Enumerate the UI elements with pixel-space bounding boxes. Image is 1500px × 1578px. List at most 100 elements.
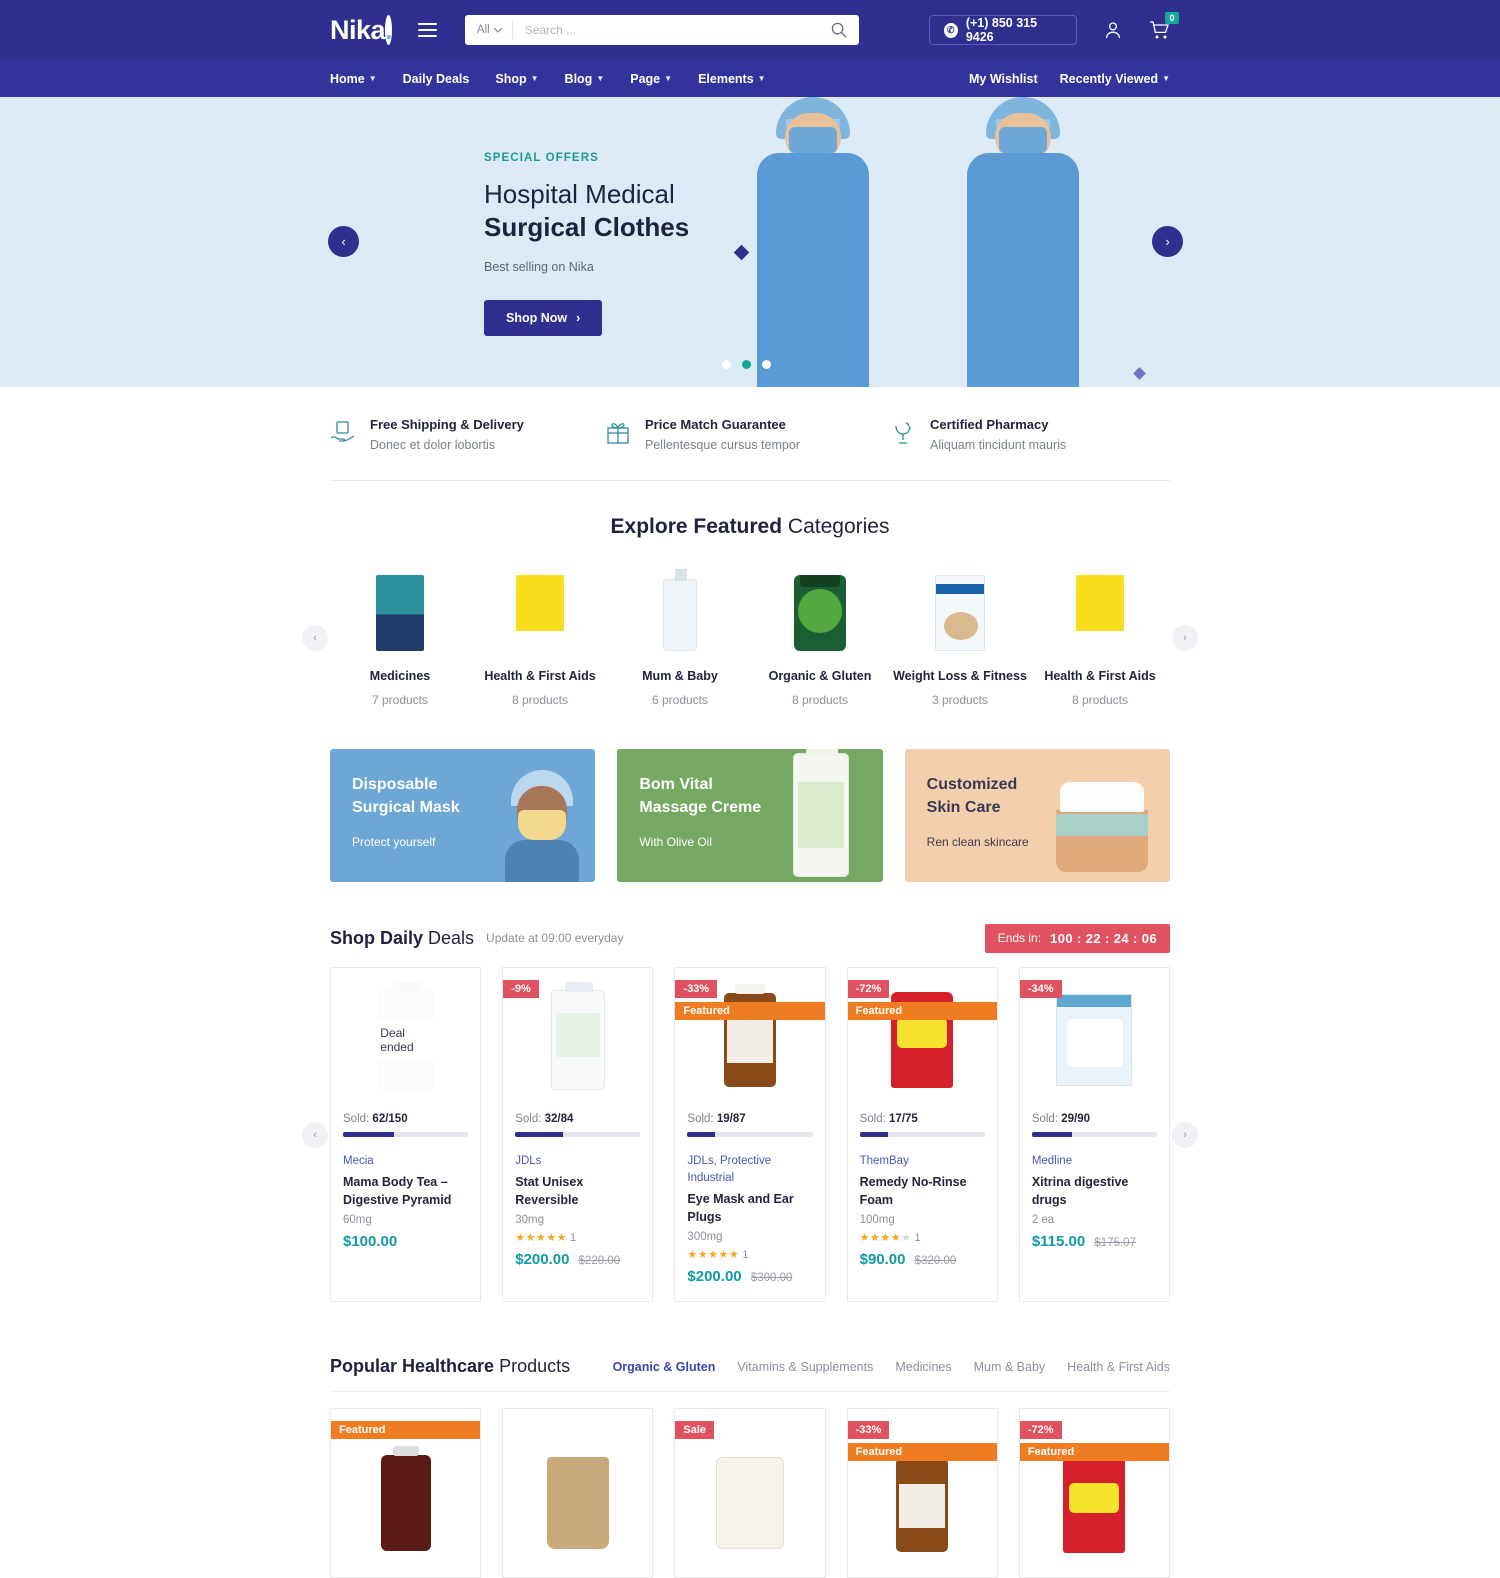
price-original: $175.07 [1094, 1237, 1136, 1249]
product-name[interactable]: Stat Unisex Reversible [515, 1174, 640, 1209]
promo-image [792, 748, 849, 877]
product-card[interactable]: Deal ended Sold: 62/150 Mecia Mama Body … [330, 966, 482, 1303]
hero-next-button[interactable]: › [1152, 226, 1183, 257]
cart-icon[interactable]: 0 [1149, 12, 1179, 40]
product-dose: 2 ea [1031, 1214, 1055, 1226]
product-name[interactable]: Remedy No-Rinse Foam [860, 1174, 985, 1209]
hero-prev-button[interactable]: ‹ [328, 226, 359, 257]
hero-subtitle: Best selling on Nika [484, 260, 594, 274]
chevron-right-icon: › [1165, 234, 1170, 249]
product-brand[interactable]: JDLs [515, 1153, 640, 1170]
product-card[interactable]: Sale [674, 1408, 826, 1578]
daily-deals-header: Shop Daily Deals Update at 09:00 everyda… [330, 923, 1170, 953]
product-card[interactable]: Featured [330, 1408, 482, 1578]
featured-badge: Featured [1019, 1443, 1170, 1462]
nav-item-recently-viewed[interactable]: Recently Viewed ▼ [1060, 72, 1170, 86]
category-item-health-first-aids-2[interactable]: Health & First Aids 8 products [1030, 569, 1170, 707]
sold-status: Sold: 17/75 [860, 1113, 985, 1125]
tab-medicines[interactable]: Medicines [895, 1360, 951, 1374]
nav-item-elements[interactable]: Elements ▼ [698, 72, 766, 86]
category-name: Organic & Gluten [768, 669, 872, 683]
nav-item-daily-deals[interactable]: Daily Deals [403, 72, 470, 86]
deals-next-button[interactable]: › [1172, 1121, 1198, 1148]
category-item-organic-gluten[interactable]: Organic & Gluten 8 products [750, 569, 890, 707]
product-image: -72% Featured [847, 968, 997, 1113]
tab-health-first-aids[interactable]: Health & First Aids [1067, 1360, 1170, 1374]
sold-label: Sold: [515, 1112, 542, 1125]
product-name[interactable]: Eye Mask and Ear Plugs [687, 1191, 812, 1226]
chevron-down-icon: ▼ [368, 74, 377, 83]
category-item-health-first-aids[interactable]: Health & First Aids 8 products [470, 569, 610, 707]
chevron-down-icon [493, 27, 502, 33]
tab-organic-gluten[interactable]: Organic & Gluten [613, 1360, 716, 1374]
nav-item-shop[interactable]: Shop ▼ [495, 72, 538, 86]
product-brand[interactable]: Mecia [343, 1153, 468, 1170]
product-info: Sold: 32/84 JDLs Stat Unisex Reversible … [503, 1113, 652, 1268]
doctor-figure-2 [967, 97, 1090, 387]
chevron-down-icon: ▼ [596, 74, 605, 83]
hand-package-icon [330, 420, 356, 451]
product-card[interactable]: -33% Featured Sold: 19/87 JDLs, Protecti… [674, 966, 826, 1303]
product-dose: 60mg [343, 1214, 372, 1226]
promo-banners: Disposable Surgical Mask Protect yoursel… [330, 748, 1170, 882]
feature-title: Certified Pharmacy [930, 417, 1049, 432]
tab-mum-baby[interactable]: Mum & Baby [974, 1360, 1046, 1374]
site-logo[interactable]: Nika. [330, 14, 393, 46]
product-brand[interactable]: JDLs, Protective Industrial [687, 1153, 812, 1188]
search-category-select[interactable]: All [465, 21, 513, 39]
product-card[interactable]: -34% Sold: 29/90 Medline Xitrina digesti… [1018, 966, 1171, 1303]
sold-status: Sold: 32/84 [515, 1113, 640, 1125]
category-item-weight-loss-fitness[interactable]: Weight Loss & Fitness 3 products [890, 569, 1030, 707]
deals-prev-button[interactable]: ‹ [302, 1121, 328, 1148]
nav-item-blog[interactable]: Blog ▼ [565, 72, 605, 86]
hero-dot-1[interactable] [722, 360, 731, 369]
search-icon[interactable] [819, 22, 859, 38]
hero-eyebrow: SPECIAL OFFERS [484, 152, 599, 164]
product-card[interactable]: -72% Featured Sold: 17/75 ThemBay Remedy… [846, 966, 998, 1303]
sold-progress-bar [1031, 1131, 1158, 1137]
category-next-button[interactable]: › [1172, 624, 1198, 651]
feature-subtitle: Aliquam tincidunt mauris [930, 438, 1067, 452]
search-input[interactable] [512, 23, 819, 37]
product-card[interactable]: -72% Featured [1018, 1408, 1171, 1578]
nav-item-my-wishlist[interactable]: My Wishlist [969, 72, 1038, 86]
product-dose: 30mg [515, 1214, 544, 1226]
phone-button[interactable]: ✆ (+1) 850 315 9426 [928, 15, 1077, 45]
category-item-mum-baby[interactable]: Mum & Baby 6 products [610, 569, 750, 707]
category-prev-button[interactable]: ‹ [302, 624, 328, 651]
nav-item-home[interactable]: Home ▼ [330, 72, 377, 86]
feature-title: Free Shipping & Delivery [370, 417, 524, 432]
product-info: Sold: 17/75 ThemBay Remedy No-Rinse Foam… [848, 1113, 997, 1268]
shop-now-button[interactable]: Shop Now › [484, 300, 603, 336]
promo-banner-massage-creme[interactable]: Bom Vital Massage Creme With Olive Oil [617, 748, 883, 882]
feature-subtitle: Pellentesque cursus tempor [645, 438, 800, 452]
promo-banner-skin-care[interactable]: Customized Skin Care Ren clean skincare [904, 748, 1170, 882]
product-name[interactable]: Mama Body Tea – Digestive Pyramid [343, 1174, 468, 1209]
category-name: Medicines [369, 669, 431, 683]
nav-label: Daily Deals [402, 71, 470, 86]
nav-item-page[interactable]: Page ▼ [630, 72, 672, 86]
user-icon[interactable] [1103, 20, 1123, 40]
category-thumbnail [610, 569, 750, 651]
sold-progress-bar [343, 1131, 469, 1137]
tab-vitamins-supplements[interactable]: Vitamins & Supplements [737, 1360, 873, 1374]
product-card[interactable] [502, 1408, 654, 1578]
sold-value: 19/87 [716, 1112, 746, 1125]
category-item-medicines[interactable]: Medicines 7 products [330, 569, 470, 707]
product-brand[interactable]: ThemBay [860, 1153, 985, 1170]
feature-subtitle: Donec et dolor lobortis [370, 438, 496, 452]
product-name[interactable]: Xitrina digestive drugs [1032, 1174, 1157, 1209]
nav-label: Blog [564, 71, 593, 86]
nav-label: Page [630, 71, 661, 86]
hero-dot-3[interactable] [762, 360, 771, 369]
nav-label: Elements [698, 71, 754, 86]
feature-price-match: Price Match Guarantee Pellentesque cursu… [605, 417, 890, 452]
promo-banner-surgical-mask[interactable]: Disposable Surgical Mask Protect yoursel… [330, 748, 596, 882]
hero-dot-2[interactable] [742, 360, 751, 369]
hamburger-icon[interactable] [418, 19, 437, 41]
category-count: 7 products [371, 692, 429, 707]
featured-badge: Featured [847, 1443, 997, 1462]
product-card[interactable]: -33% Featured [846, 1408, 998, 1578]
product-brand[interactable]: Medline [1032, 1153, 1157, 1170]
product-card[interactable]: -9% Sold: 32/84 JDLs Stat Unisex Reversi… [502, 966, 654, 1303]
